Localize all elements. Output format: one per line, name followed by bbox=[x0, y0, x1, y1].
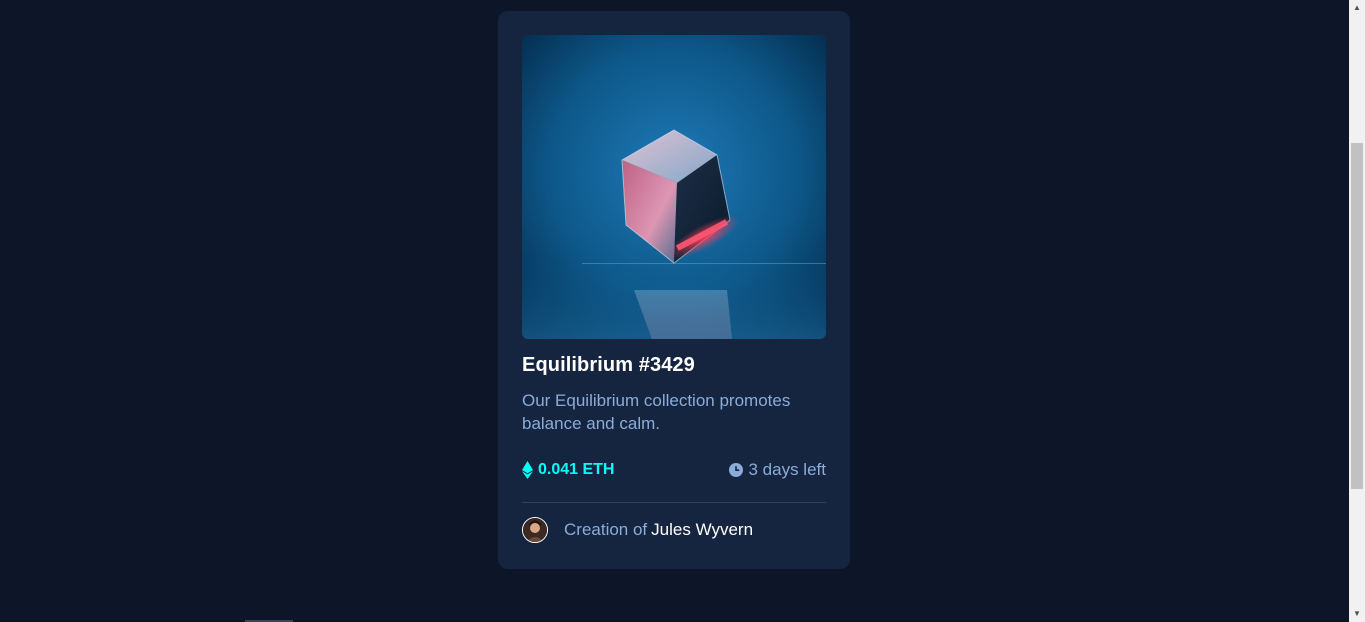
ethereum-icon bbox=[522, 461, 533, 479]
time-left-value: 3 days left bbox=[748, 460, 827, 479]
card-title[interactable]: Equilibrium #3429 bbox=[522, 353, 826, 377]
creator-name[interactable]: Jules Wyvern bbox=[651, 520, 753, 539]
price-value: 0.041 ETH bbox=[538, 461, 615, 478]
price-info: 0.041 ETH bbox=[522, 461, 614, 479]
creator-info: Creation of Jules Wyvern bbox=[522, 516, 826, 544]
nft-image[interactable] bbox=[522, 35, 826, 339]
avatar bbox=[522, 517, 548, 543]
creator-prefix: Creation of bbox=[564, 520, 648, 539]
scroll-up-icon[interactable]: ▲ bbox=[1349, 0, 1365, 16]
card-description: Our Equilibrium collection promotes bala… bbox=[522, 391, 791, 433]
scroll-down-icon[interactable]: ▼ bbox=[1349, 606, 1365, 622]
vertical-scrollbar[interactable]: ▲ ▼ bbox=[1349, 0, 1365, 622]
time-info: 3 days left bbox=[728, 460, 827, 480]
scroll-thumb[interactable] bbox=[1351, 143, 1363, 489]
clock-icon bbox=[728, 463, 743, 477]
card-divider bbox=[522, 502, 826, 503]
creator-text: Creation of Jules Wyvern bbox=[564, 520, 753, 540]
card-meta: 0.041 ETH 3 days left bbox=[522, 459, 826, 481]
page-viewport: Equilibrium #3429 Our Equilibrium collec… bbox=[0, 0, 1349, 622]
nft-card: Equilibrium #3429 Our Equilibrium collec… bbox=[498, 11, 850, 569]
